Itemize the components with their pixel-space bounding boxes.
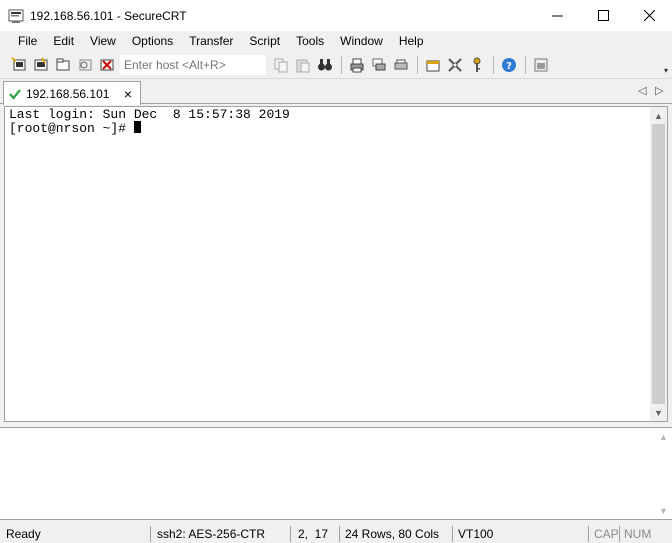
menu-help[interactable]: Help: [391, 31, 432, 52]
tab-scroll-left-icon[interactable]: ◁: [638, 84, 646, 97]
connected-check-icon: [9, 88, 21, 100]
lock-session-button[interactable]: [532, 56, 550, 74]
status-divider: [452, 526, 453, 542]
terminal-prompt: [root@nrson ~]#: [9, 121, 134, 136]
menu-window[interactable]: Window: [332, 31, 391, 52]
paste-icon: [296, 59, 310, 73]
connect-in-tab-button[interactable]: [54, 56, 72, 74]
menu-edit[interactable]: Edit: [45, 31, 82, 52]
global-options-button[interactable]: [446, 56, 464, 74]
scroll-thumb[interactable]: [652, 124, 665, 404]
menu-file[interactable]: File: [10, 31, 45, 52]
connect-button[interactable]: [10, 56, 28, 74]
maximize-button[interactable]: [580, 0, 626, 31]
menu-view[interactable]: View: [82, 31, 124, 52]
command-window[interactable]: ▲ ▼: [0, 427, 672, 520]
quick-connect-button[interactable]: [32, 56, 50, 74]
scroll-down-icon[interactable]: ▼: [655, 502, 672, 519]
status-divider: [588, 526, 589, 542]
disconnect-icon: [100, 59, 114, 71]
title-bar: 192.168.56.101 - SecureCRT: [0, 0, 672, 31]
minimize-button[interactable]: [534, 0, 580, 31]
terminal-line-last-login: Last login: Sun Dec 8 15:57:38 2019: [9, 107, 290, 122]
scroll-up-icon[interactable]: ▲: [650, 107, 667, 124]
tools-icon: [448, 58, 462, 72]
minimize-icon: [551, 15, 563, 17]
connect-icon: [11, 57, 26, 71]
status-divider: [290, 526, 291, 542]
terminal-scrollbar[interactable]: ▲ ▼: [650, 107, 667, 421]
menu-tools[interactable]: Tools: [288, 31, 332, 52]
session-tab-bar: 192.168.56.101 × ◁ ▷: [0, 80, 672, 105]
help-icon: ?: [502, 58, 516, 72]
reconnect-icon: [79, 59, 92, 71]
session-options-icon: [426, 60, 440, 72]
window-icon: [534, 58, 548, 72]
tab-scroll-right-icon[interactable]: ▷: [655, 84, 663, 97]
quick-connect-icon: [34, 57, 48, 71]
tab-label: 192.168.56.101: [26, 86, 110, 101]
menu-transfer[interactable]: Transfer: [181, 31, 241, 52]
toolbar-separator: [493, 56, 494, 74]
close-icon: [643, 10, 655, 21]
disconnect-button[interactable]: [98, 56, 116, 74]
window-title: 192.168.56.101 - SecureCRT: [30, 8, 187, 23]
toolbar-separator: [341, 56, 342, 74]
status-divider: [619, 526, 620, 542]
securecrt-app-icon[interactable]: [8, 8, 24, 24]
printer-icon: [394, 59, 408, 70]
status-size: 24 Rows, 80 Cols: [345, 527, 440, 541]
status-bar: Ready ssh2: AES-256-CTR 2, 17 24 Rows, 8…: [0, 522, 672, 543]
print-icon: [350, 58, 364, 73]
toolbar-overflow-icon[interactable]: ▾: [664, 66, 668, 75]
paste-button[interactable]: [294, 56, 312, 74]
menu-options[interactable]: Options: [124, 31, 181, 52]
reconnect-button[interactable]: [76, 56, 94, 74]
terminal-view[interactable]: Last login: Sun Dec 8 15:57:38 2019 [roo…: [4, 106, 668, 422]
maximize-icon: [597, 10, 609, 21]
tab-close-icon[interactable]: ×: [120, 86, 136, 102]
status-divider: [150, 526, 151, 542]
copy-icon: [274, 58, 288, 73]
status-divider: [339, 526, 340, 542]
toolbar-separator: [417, 56, 418, 74]
scroll-up-icon[interactable]: ▲: [655, 428, 672, 445]
keymap-button[interactable]: [468, 56, 486, 74]
menu-script[interactable]: Script: [241, 31, 288, 52]
find-button[interactable]: [316, 56, 334, 74]
status-cursor-position: 2, 17: [298, 527, 329, 541]
toolbar-separator: [525, 56, 526, 74]
status-num-lock: NUM: [624, 527, 652, 541]
scroll-down-icon[interactable]: ▼: [650, 404, 667, 421]
terminal-output: Last login: Sun Dec 8 15:57:38 2019 [roo…: [9, 108, 290, 135]
status-emulation: VT100: [458, 527, 494, 541]
print-selection-button[interactable]: [370, 56, 388, 74]
print-selection-icon: [372, 58, 386, 71]
menu-bar: File Edit View Options Transfer Script T…: [0, 31, 672, 52]
enter-host-input[interactable]: [120, 55, 266, 75]
close-window-button[interactable]: [626, 0, 672, 31]
print-setup-button[interactable]: [392, 56, 410, 74]
command-window-scrollbar[interactable]: ▲ ▼: [655, 428, 672, 519]
session-tab[interactable]: 192.168.56.101 ×: [3, 81, 141, 105]
binoculars-icon: [318, 59, 332, 71]
session-options-button[interactable]: [424, 56, 442, 74]
key-icon: [473, 57, 481, 72]
connect-tab-icon: [56, 58, 70, 71]
status-caps-lock: CAP: [594, 527, 619, 541]
print-button[interactable]: [348, 56, 366, 74]
terminal-cursor: [133, 121, 141, 133]
help-button[interactable]: ?: [500, 56, 518, 74]
status-ready: Ready: [6, 527, 41, 541]
toolbar: ? ▾: [0, 52, 672, 79]
status-cipher: ssh2: AES-256-CTR: [157, 527, 266, 541]
copy-button[interactable]: [272, 56, 290, 74]
svg-text:?: ?: [506, 61, 512, 72]
